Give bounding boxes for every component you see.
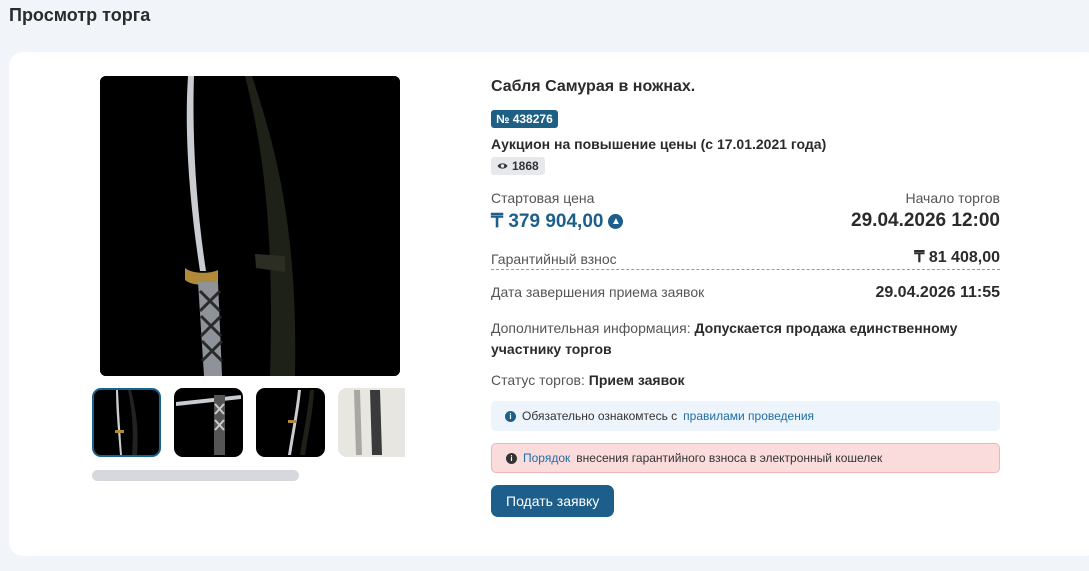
info-icon: i bbox=[505, 410, 516, 422]
price-row: Стартовая цена ₸ 379 904,00 ▲ Начало тор… bbox=[491, 190, 1000, 233]
lot-number-badge: № 438276 bbox=[491, 110, 558, 128]
thumbnail-1[interactable] bbox=[92, 388, 161, 457]
thumbnail-image bbox=[340, 390, 403, 455]
rules-link[interactable]: правилами проведения bbox=[683, 409, 814, 423]
auction-status: Статус торгов: Прием заявок bbox=[491, 372, 1000, 388]
sword-image bbox=[100, 76, 400, 376]
guarantee-order-notice: i Порядок внесения гарантийного взноса в… bbox=[491, 443, 1000, 473]
lot-info: Сабля Самурая в ножнах. № 438276 Аукцион… bbox=[491, 76, 1000, 517]
deadline-label: Дата завершения приема заявок bbox=[491, 284, 705, 300]
thumbnail-image bbox=[115, 390, 138, 455]
views-badge: 1868 bbox=[491, 157, 545, 175]
rules-notice-text: Обязательно ознакомтесь с bbox=[522, 409, 678, 423]
arrow-up-icon: ▲ bbox=[608, 214, 624, 229]
start-date: 29.04.2026 12:00 bbox=[851, 210, 1000, 231]
info-icon: i bbox=[506, 452, 517, 464]
start-price-value: ₸ 379 904,00 bbox=[491, 211, 604, 232]
order-link[interactable]: Порядок bbox=[523, 451, 570, 465]
thumbnail-image bbox=[288, 390, 314, 455]
guarantee-row: Гарантийный взнос ₸ 81 408,00 bbox=[491, 247, 1000, 270]
auction-type: Аукцион на повышение цены (с 17.01.2021 … bbox=[491, 136, 827, 152]
guarantee-value: ₸ 81 408,00 bbox=[914, 249, 1000, 266]
thumbnail-3[interactable] bbox=[256, 388, 325, 457]
rules-notice: i Обязательно ознакомтесь с правилами пр… bbox=[491, 401, 1000, 431]
thumbnail-strip bbox=[92, 388, 405, 457]
lot-card: Сабля Самурая в ножнах. № 438276 Аукцион… bbox=[9, 52, 1089, 556]
views-count: 1868 bbox=[512, 159, 539, 173]
thumbnail-scrollbar[interactable] bbox=[92, 470, 299, 481]
thumbnail-4[interactable] bbox=[338, 388, 405, 457]
start-date-label: Начало торгов bbox=[905, 190, 1000, 206]
main-photo[interactable] bbox=[100, 76, 400, 376]
thumbnail-2[interactable] bbox=[174, 388, 243, 457]
order-notice-text: внесения гарантийного взноса в электронн… bbox=[576, 451, 883, 465]
additional-info: Дополнительная информация: Допускается п… bbox=[491, 318, 1000, 360]
lot-title: Сабля Самурая в ножнах. bbox=[491, 78, 696, 95]
guarantee-label: Гарантийный взнос bbox=[491, 251, 617, 267]
start-price-label: Стартовая цена bbox=[491, 190, 595, 206]
deadline-row: Дата завершения приема заявок 29.04.2026… bbox=[491, 284, 1000, 302]
thumbnail-image bbox=[176, 395, 241, 455]
additional-info-label: Дополнительная информация: bbox=[491, 320, 691, 336]
submit-application-button[interactable]: Подать заявку bbox=[491, 485, 615, 517]
status-value: Прием заявок bbox=[588, 372, 685, 388]
deadline-value: 29.04.2026 11:55 bbox=[875, 284, 1000, 301]
start-price: ₸ 379 904,00 ▲ bbox=[491, 210, 624, 233]
status-label: Статус торгов: bbox=[491, 372, 585, 388]
page-title: Просмотр торга bbox=[9, 5, 151, 25]
eye-icon bbox=[497, 159, 508, 173]
